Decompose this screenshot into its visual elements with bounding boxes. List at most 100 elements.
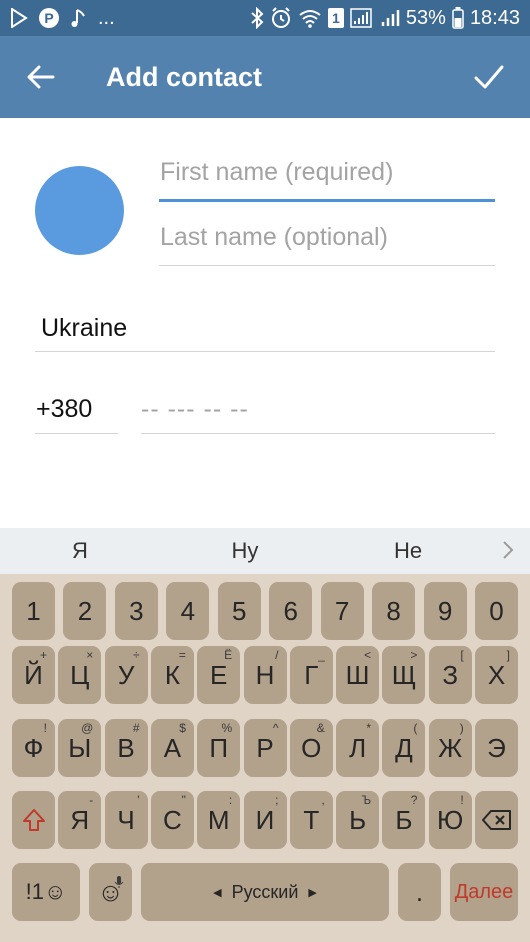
- svg-text:P: P: [44, 10, 53, 26]
- key-label: Д: [395, 732, 413, 763]
- key-letter[interactable]: > Щ: [382, 646, 426, 704]
- key-digit[interactable]: 7: [320, 582, 364, 640]
- key-digit[interactable]: 3: [114, 582, 158, 640]
- key-label: Б: [395, 804, 413, 835]
- key-label: Ц: [70, 659, 90, 690]
- key-label: М: [207, 804, 230, 835]
- key-label: Е: [210, 659, 228, 690]
- key-letter[interactable]: % П: [197, 719, 241, 777]
- arrow-left-icon: [27, 65, 55, 89]
- key-hint: !: [43, 721, 47, 735]
- key-digit[interactable]: 4: [166, 582, 210, 640]
- period-key[interactable]: .: [398, 863, 441, 921]
- key-letter[interactable]: ' Ч: [104, 791, 148, 849]
- space-key[interactable]: ◀ Русский ▶: [141, 863, 389, 921]
- key-letter[interactable]: + Й: [12, 646, 55, 704]
- key-hint: ;: [275, 793, 279, 807]
- battery-icon: [452, 6, 464, 30]
- key-letter[interactable]: _ Г: [289, 646, 333, 704]
- key-hint: $: [179, 721, 186, 735]
- key-digit[interactable]: 8: [372, 582, 416, 640]
- key-hint: Ё: [224, 648, 233, 662]
- key-letter[interactable]: (Д: [382, 719, 426, 777]
- key-letter[interactable]: ; И: [243, 791, 287, 849]
- key-letter[interactable]: [З: [428, 646, 472, 704]
- key-letter[interactable]: ? Б: [382, 791, 426, 849]
- key-label: Щ: [391, 659, 417, 690]
- key-digit[interactable]: 1: [12, 582, 55, 640]
- key-letter[interactable]: ! Ю: [428, 791, 472, 849]
- chevron-right-icon[interactable]: [502, 536, 514, 567]
- key-letter[interactable]: / Н: [243, 646, 287, 704]
- keyboard: !1☺ ☺ ◀ Русский ▶ . Далее 1 2 3 4 5 6 7 8 9 0 + Й × Ц…: [0, 574, 530, 942]
- backspace-key[interactable]: [475, 791, 518, 849]
- key-letter[interactable]: ÷ У: [104, 646, 148, 704]
- music-note-icon: [70, 6, 88, 30]
- signal-icon-2: [380, 6, 400, 30]
- key-hint: ": [181, 793, 186, 807]
- key-hint: *: [366, 721, 372, 735]
- key-label: 2: [77, 595, 93, 626]
- last-name-input[interactable]: Last name (optional): [160, 223, 388, 252]
- clock: 18:43: [469, 6, 520, 29]
- key-label: Э: [487, 732, 506, 763]
- key-digit[interactable]: 5: [217, 582, 261, 640]
- key-label: В: [117, 732, 135, 763]
- first-name-underline: [159, 199, 495, 202]
- first-name-input[interactable]: First name (required): [160, 158, 393, 187]
- phone-input[interactable]: -- --- -- --: [141, 395, 249, 424]
- key-digit[interactable]: 9: [423, 582, 467, 640]
- key-hint: ^: [272, 721, 279, 735]
- key-label: Т: [303, 804, 320, 835]
- play-store-icon: [10, 6, 28, 30]
- key-letter[interactable]: @ Ы: [58, 719, 102, 777]
- key-digit[interactable]: 2: [63, 582, 107, 640]
- key-letter[interactable]: ) Ж: [428, 719, 472, 777]
- key-letter[interactable]: $ А: [150, 719, 194, 777]
- key-letter[interactable]: Э: [475, 719, 518, 777]
- symbols-key[interactable]: !1☺: [12, 863, 80, 921]
- signal-icon: [350, 6, 374, 30]
- country-code-input[interactable]: +380: [36, 395, 92, 424]
- key-hint: _: [318, 648, 325, 662]
- key-letter[interactable]: # В: [104, 719, 148, 777]
- key-letter[interactable]: ! Ф: [12, 719, 55, 777]
- key-label: И: [255, 804, 275, 835]
- key-label: З: [442, 659, 459, 690]
- key-letter[interactable]: " С: [150, 791, 194, 849]
- done-button[interactable]: [448, 36, 530, 118]
- suggestion-item[interactable]: Я: [30, 538, 130, 564]
- key-letter[interactable]: < Ш: [336, 646, 380, 704]
- key-letter[interactable]: ЪЬ: [336, 791, 380, 849]
- shift-key[interactable]: [12, 791, 55, 849]
- key-letter[interactable]: :М: [197, 791, 241, 849]
- key-letter[interactable]: ] Х: [475, 646, 518, 704]
- avatar[interactable]: [35, 166, 124, 255]
- key-digit[interactable]: 6: [269, 582, 313, 640]
- key-label: Ч: [117, 804, 135, 835]
- key-letter[interactable]: ,Т: [289, 791, 333, 849]
- status-bar: P ... 1 53% 18:43: [0, 0, 530, 36]
- key-letter[interactable]: × Ц: [58, 646, 102, 704]
- enter-key[interactable]: Далее: [450, 863, 518, 921]
- key-hint: %: [221, 721, 233, 735]
- key-letter[interactable]: & О: [289, 719, 333, 777]
- country-selector[interactable]: Ukraine: [41, 314, 127, 343]
- suggestion-item[interactable]: Ну: [195, 538, 295, 564]
- back-button[interactable]: [0, 36, 82, 118]
- key-label: 4: [180, 595, 196, 626]
- key-label: Й: [24, 659, 43, 690]
- key-letter[interactable]: -Я: [58, 791, 102, 849]
- emoji-key[interactable]: ☺: [89, 863, 132, 921]
- more-notifications: ...: [98, 6, 115, 29]
- key-letter[interactable]: ЁЕ: [197, 646, 241, 704]
- page-title: Add contact: [106, 61, 263, 92]
- key-digit[interactable]: 0: [475, 582, 518, 640]
- suggestion-item[interactable]: Не: [358, 538, 458, 564]
- key-letter[interactable]: * Л: [336, 719, 380, 777]
- key-label: Ю: [437, 804, 464, 835]
- key-label: Ж: [438, 732, 463, 763]
- key-letter[interactable]: ^ Р: [243, 719, 287, 777]
- key-letter[interactable]: = К: [150, 646, 194, 704]
- pinterest-icon: P: [38, 6, 60, 30]
